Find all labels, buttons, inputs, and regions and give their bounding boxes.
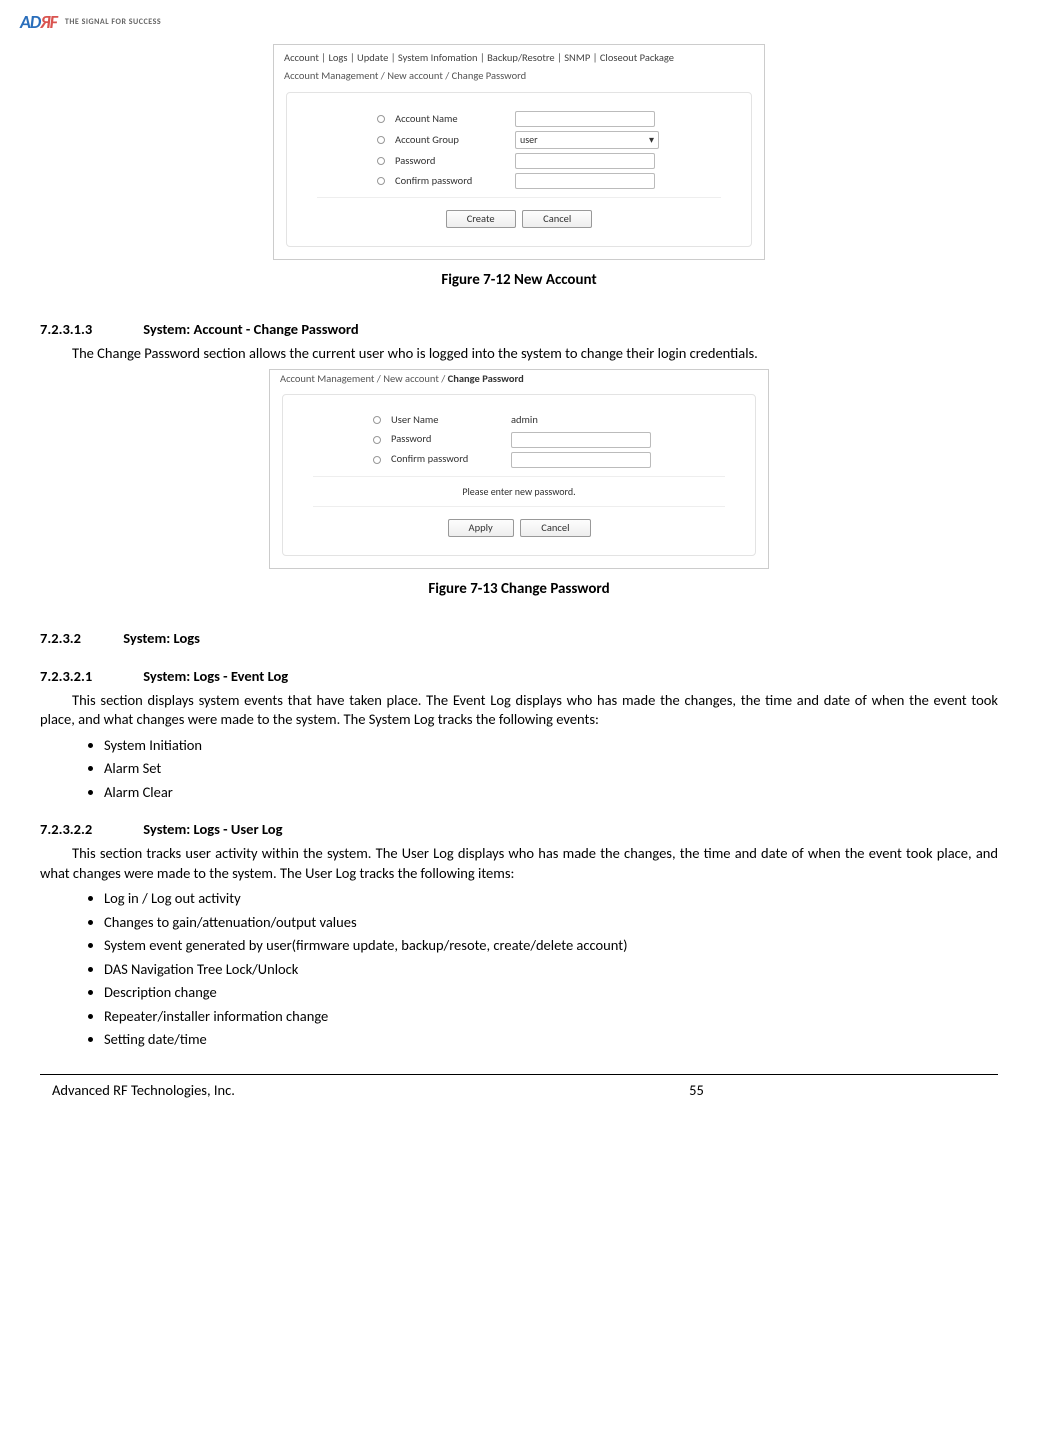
- label-confirm-password: Confirm password: [395, 174, 515, 188]
- label-password: Password: [391, 432, 511, 446]
- list-item: Setting date/time: [104, 1030, 998, 1050]
- list-item: Alarm Clear: [104, 783, 998, 803]
- list-item: DAS Navigation Tree Lock/Unlock: [104, 960, 998, 980]
- radio-icon: [377, 157, 385, 165]
- divider: [313, 476, 725, 477]
- input-account-name[interactable]: [515, 111, 655, 127]
- select-account-group[interactable]: user ▾: [515, 131, 659, 149]
- input-password[interactable]: [515, 153, 655, 169]
- row-account-group: Account Group user ▾: [317, 131, 721, 149]
- heading-72313: 7.2.3.1.3 System: Account - Change Passw…: [40, 320, 998, 340]
- list-item: System event generated by user(firmware …: [104, 936, 998, 956]
- label-confirm-password: Confirm password: [391, 452, 511, 466]
- breadcrumb-active: Change Password: [452, 69, 526, 82]
- body-72321: This section displays system events that…: [40, 691, 998, 730]
- row-confirm-password: Confirm password: [313, 452, 725, 468]
- label-user-name: User Name: [391, 413, 511, 427]
- list-item: Alarm Set: [104, 759, 998, 779]
- logo-a: A: [20, 11, 30, 33]
- form-panel: User Name admin Password Confirm passwor…: [282, 394, 756, 556]
- header-logo: ADЯF THE SIGNAL FOR SUCCESS: [20, 10, 998, 34]
- radio-icon: [377, 136, 385, 144]
- breadcrumb-active: Change Password: [448, 372, 524, 385]
- radio-icon: [373, 436, 381, 444]
- radio-icon: [377, 115, 385, 123]
- screenshot-new-account: Account | Logs | Update | System Infomat…: [273, 44, 765, 260]
- heading-title: System: Logs: [123, 629, 200, 647]
- row-user-name: User Name admin: [313, 413, 725, 427]
- radio-icon: [373, 416, 381, 424]
- input-confirm-password[interactable]: [511, 452, 651, 468]
- screenshot-tabs: Account | Logs | Update | System Infomat…: [274, 45, 764, 67]
- label-account-name: Account Name: [395, 112, 515, 126]
- divider: [317, 197, 721, 198]
- figure-caption-7-12: Figure 7-12 New Account: [40, 270, 998, 290]
- input-password[interactable]: [511, 432, 651, 448]
- radio-icon: [373, 456, 381, 464]
- heading-title: System: Logs - User Log: [143, 820, 282, 838]
- list-item: Log in / Log out activity: [104, 889, 998, 909]
- body-72322: This section tracks user activity within…: [40, 844, 998, 883]
- form-panel: Account Name Account Group user ▾ Passwo…: [286, 92, 752, 247]
- page-number: 55: [689, 1081, 704, 1101]
- apply-button[interactable]: Apply: [448, 519, 514, 537]
- logo-d: D: [30, 11, 40, 33]
- heading-number: 7.2.3.2.1: [40, 667, 140, 687]
- radio-icon: [377, 177, 385, 185]
- heading-title: System: Logs - Event Log: [143, 667, 288, 685]
- divider: [313, 506, 725, 507]
- logo-rf: ЯF: [40, 11, 57, 33]
- heading-title: System: Account - Change Password: [143, 320, 358, 338]
- cancel-button[interactable]: Cancel: [520, 519, 590, 537]
- list-item: System Initiation: [104, 736, 998, 756]
- input-confirm-password[interactable]: [515, 173, 655, 189]
- heading-72322: 7.2.3.2.2 System: Logs - User Log: [40, 820, 998, 840]
- list-item: Changes to gain/attenuation/output value…: [104, 913, 998, 933]
- heading-7232: 7.2.3.2 System: Logs: [40, 629, 998, 649]
- breadcrumb: Account Management / New account / Chang…: [270, 370, 768, 394]
- label-account-group: Account Group: [395, 133, 515, 147]
- heading-number: 7.2.3.2: [40, 629, 120, 649]
- breadcrumb: Account Management / New account / Chang…: [274, 67, 764, 91]
- heading-number: 7.2.3.1.3: [40, 320, 140, 340]
- logo-tagline: THE SIGNAL FOR SUCCESS: [65, 17, 161, 28]
- breadcrumb-prefix: Account Management / New account /: [280, 372, 448, 385]
- row-confirm-password: Confirm password: [317, 173, 721, 189]
- value-user-name: admin: [511, 413, 538, 427]
- row-account-name: Account Name: [317, 111, 721, 127]
- list-item: Description change: [104, 983, 998, 1003]
- bullets-72322: Log in / Log out activity Changes to gai…: [104, 889, 998, 1050]
- footer-company: Advanced RF Technologies, Inc.: [52, 1081, 235, 1101]
- row-password: Password: [313, 432, 725, 448]
- logo-text: ADЯF: [20, 10, 57, 34]
- heading-number: 7.2.3.2.2: [40, 820, 140, 840]
- breadcrumb-prefix: Account Management / New account /: [284, 69, 452, 82]
- create-button[interactable]: Create: [446, 210, 516, 228]
- list-item: Repeater/installer information change: [104, 1007, 998, 1027]
- button-row: Apply Cancel: [313, 515, 725, 541]
- screenshot-change-password: Account Management / New account / Chang…: [269, 369, 769, 569]
- cancel-button[interactable]: Cancel: [522, 210, 592, 228]
- heading-72321: 7.2.3.2.1 System: Logs - Event Log: [40, 667, 998, 687]
- chevron-down-icon: ▾: [649, 133, 654, 147]
- button-row: Create Cancel: [317, 206, 721, 232]
- body-72313: The Change Password section allows the c…: [40, 344, 998, 364]
- select-value: user: [520, 133, 538, 147]
- label-password: Password: [395, 154, 515, 168]
- bullets-72321: System Initiation Alarm Set Alarm Clear: [104, 736, 998, 803]
- footer: Advanced RF Technologies, Inc. 55: [40, 1075, 998, 1101]
- note-text: Please enter new password.: [313, 485, 725, 499]
- row-password: Password: [317, 153, 721, 169]
- figure-caption-7-13: Figure 7-13 Change Password: [40, 579, 998, 599]
